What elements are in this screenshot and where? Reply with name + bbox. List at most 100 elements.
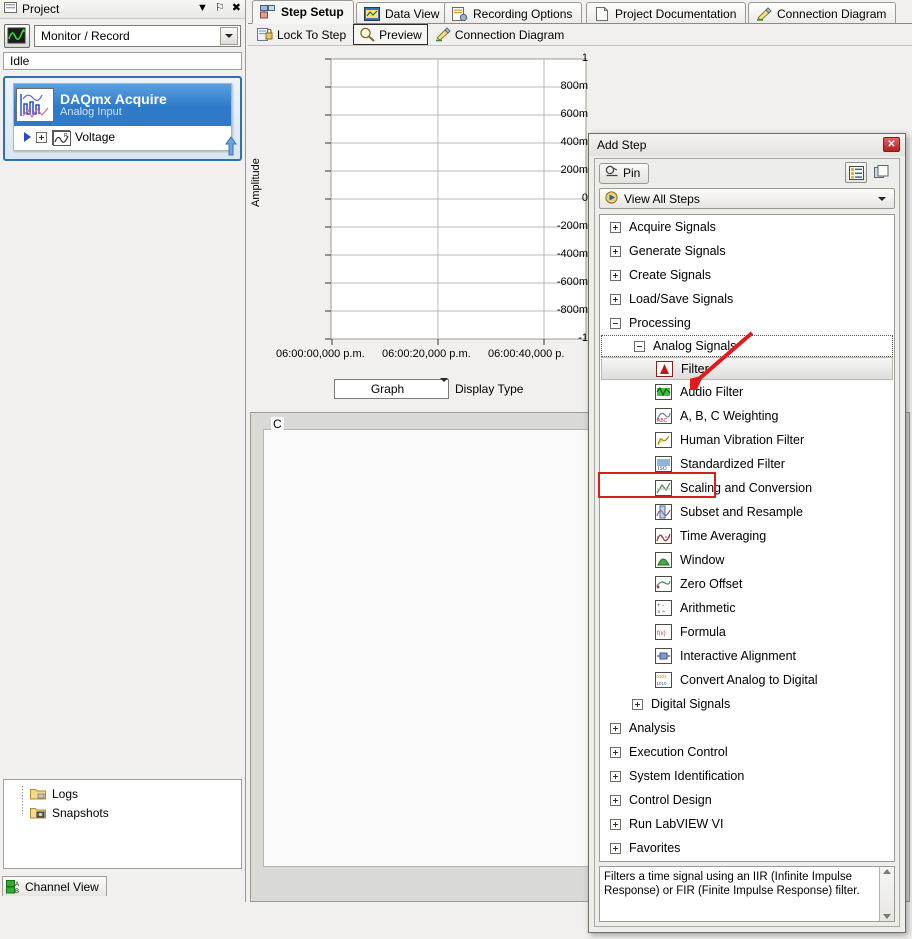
scroll-up-icon[interactable] [883,869,891,874]
pin-button-label: Pin [623,166,641,180]
scroll-down-icon[interactable] [883,914,891,919]
daqmx-acquire-icon [16,88,54,122]
pin-button[interactable]: Pin [599,162,650,184]
tree-item-analog-signals[interactable]: Analog Signals [601,335,893,357]
tab-data-view[interactable]: Data View [356,2,450,24]
audio-filter-icon [655,384,672,400]
tree-item-generate-signals[interactable]: Generate Signals [600,239,894,263]
expand-plus-icon[interactable] [610,842,621,854]
expand-plus-icon[interactable] [610,293,621,305]
close-icon[interactable]: ✕ [883,137,900,152]
tree-item-standardized-filter[interactable]: ISO Standardized Filter [600,452,894,476]
daqmx-acquire-header[interactable]: DAQmx Acquire Analog Input [14,84,231,126]
tree-item-scaling-and-conversion[interactable]: Scaling and Conversion [600,476,894,500]
tab-connection-diagram[interactable]: Connection Diagram [748,2,897,24]
project-tree-empty-area [0,196,245,733]
tree-guide-line [22,786,23,814]
list-item[interactable]: Logs [4,784,241,803]
daqmx-task-card[interactable]: DAQmx Acquire Analog Input R Voltage [3,76,242,161]
daqmx-channel-row[interactable]: R Voltage [14,126,231,148]
expand-plus-icon[interactable] [632,698,643,710]
tree-item-formula[interactable]: f(x) Formula [600,620,894,644]
tree-item-filter[interactable]: Filter [601,357,893,380]
tree-item-arithmetic[interactable]: + - × ÷ Arithmetic [600,596,894,620]
expand-plus-icon[interactable] [36,131,47,143]
view-all-steps-selector[interactable]: View All Steps [599,188,895,209]
tree-item-label: Subset and Resample [680,505,803,519]
scaling-conversion-icon [655,480,672,496]
y-tick: -1 [578,332,588,344]
tree-item-zero-offset[interactable]: Zero Offset [600,572,894,596]
list-view-icon[interactable] [845,162,867,183]
copy-icon[interactable] [871,162,893,183]
lock-to-step-button[interactable]: Lock To Step [252,25,351,44]
svg-text:0101: 0101 [657,674,668,679]
list-item[interactable]: Snapshots [4,803,241,822]
project-title: Project [22,2,60,16]
display-type-row: Graph Display Type [334,378,523,399]
subset-resample-icon [655,504,672,520]
expand-plus-icon[interactable] [610,269,621,281]
tab-step-setup[interactable]: Step Setup [252,0,354,24]
tree-item-label: Generate Signals [629,244,726,258]
display-type-combo[interactable]: Graph [334,378,449,399]
expand-plus-icon[interactable] [610,722,621,734]
y-tick: 0 [581,192,588,204]
tree-item-human-vibration-filter[interactable]: Human Vibration Filter [600,428,894,452]
tree-item-acquire-signals[interactable]: Acquire Signals [600,215,894,239]
main-toolbar: Lock To Step Preview Connection Diagram [248,24,912,46]
display-type-dropdown-button[interactable] [440,378,448,396]
tree-item-analysis[interactable]: Analysis [600,716,894,740]
project-logs-tree[interactable]: Logs Snapshots [3,779,242,869]
connection-diagram-button[interactable]: Connection Diagram [430,25,569,44]
tree-item-label: Standardized Filter [680,457,785,471]
tree-item-load-save-signals[interactable]: Load/Save Signals [600,287,894,311]
tree-item-create-signals[interactable]: Create Signals [600,263,894,287]
pin-icon[interactable]: ⚐ [215,2,225,15]
tab-project-documentation[interactable]: Project Documentation [586,2,747,24]
tree-item-time-averaging[interactable]: Time Averaging [600,524,894,548]
tree-item-system-identification[interactable]: System Identification [600,764,894,788]
tree-item-abc-weighting[interactable]: ABC A, B, C Weighting [600,404,894,428]
tree-item-label: Arithmetic [680,601,736,615]
expand-plus-icon[interactable] [610,746,621,758]
expand-plus-icon[interactable] [610,770,621,782]
tab-label: Data View [385,6,440,21]
add-step-dialog[interactable]: Add Step ✕ Pin View All Steps Acquire Si… [588,133,906,933]
tree-item-interactive-alignment[interactable]: Interactive Alignment [600,644,894,668]
tree-item-run-labview-vi[interactable]: Run LabVIEW VI [600,812,894,836]
tree-item-convert-analog-to-digital[interactable]: 0101 1010 Convert Analog to Digital [600,668,894,692]
expand-plus-icon[interactable] [610,221,621,233]
steps-tree[interactable]: Acquire Signals Generate Signals Create … [599,214,895,862]
tab-recording-options[interactable]: Recording Options [444,2,583,24]
task-scroll-up-icon[interactable] [225,135,237,157]
tree-item-audio-filter[interactable]: Audio Filter [600,380,894,404]
tree-item-window[interactable]: Window [600,548,894,572]
svg-text:× ÷: × ÷ [657,610,666,616]
preview-button[interactable]: Preview [353,24,428,45]
tree-item-favorites[interactable]: Favorites [600,836,894,860]
svg-text:1010: 1010 [657,681,668,686]
tree-item-digital-signals[interactable]: Digital Signals [600,692,894,716]
connection-diagram-icon [435,27,451,42]
collapse-minus-icon[interactable] [634,340,645,352]
description-scrollbar[interactable] [879,867,894,921]
tree-item-subset-and-resample[interactable]: Subset and Resample [600,500,894,524]
tree-item-execution-control[interactable]: Execution Control [600,740,894,764]
expand-plus-icon[interactable] [610,794,621,806]
voltage-channel-icon: R [52,129,71,146]
tree-item-label: Processing [629,316,691,330]
close-icon[interactable]: ✖ [232,2,241,15]
tree-item-processing[interactable]: Processing [600,311,894,335]
expand-plus-icon[interactable] [610,818,621,830]
project-mode-combo[interactable]: Monitor / Record [34,24,241,47]
collapse-minus-icon[interactable] [610,317,621,329]
project-mode-dropdown-button[interactable] [220,26,238,45]
dropdown-caret-icon[interactable]: ▼ [197,2,208,15]
tree-item-control-design[interactable]: Control Design [600,788,894,812]
tab-channel-view[interactable]: AB Channel View [2,876,107,896]
tree-item-label: Run LabVIEW VI [629,817,724,831]
tree-item-label: Convert Analog to Digital [680,673,818,687]
expand-plus-icon[interactable] [610,245,621,257]
preview-graph[interactable]: Amplitude 1 800m 600m 400m 200m 0 -200m … [248,47,588,407]
